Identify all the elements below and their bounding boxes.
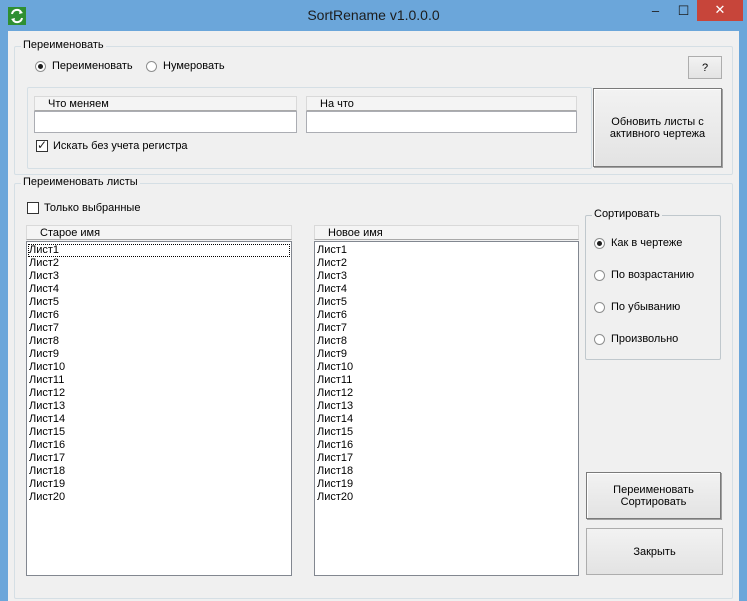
sort-as-in-drawing-label: Как в чертеже xyxy=(611,237,683,249)
rename-sort-label-1: Переименовать xyxy=(613,483,694,496)
list-item[interactable]: Лист6 xyxy=(316,309,577,322)
list-item[interactable]: Лист4 xyxy=(316,283,577,296)
list-item[interactable]: Лист18 xyxy=(316,465,577,478)
old-names-list[interactable]: Лист1 Лист2 Лист3 Лист4 Лист5 Лист6 Лист7 Лист8… xyxy=(26,241,292,576)
list-item[interactable]: Лист1 xyxy=(28,244,290,257)
new-name-header-label: Новое имя xyxy=(328,227,383,239)
minimize-button[interactable]: – xyxy=(642,1,669,21)
list-item[interactable]: Лист8 xyxy=(28,335,290,348)
only-selected-label: Только выбранные xyxy=(44,202,141,214)
list-item[interactable]: Лист17 xyxy=(316,452,577,465)
radio-empty-icon xyxy=(146,60,157,72)
list-item[interactable]: Лист6 xyxy=(28,309,290,322)
list-item[interactable]: Лист18 xyxy=(28,465,290,478)
replace-input[interactable] xyxy=(306,111,577,133)
list-item[interactable]: Лист5 xyxy=(316,296,577,309)
close-window-button[interactable]: ✕ xyxy=(697,0,743,21)
find-replace-panel: Что меняем На что Искать без учета регис… xyxy=(27,87,592,172)
sort-group-legend: Сортировать xyxy=(592,208,662,220)
old-name-header: Старое имя xyxy=(26,225,292,240)
mode-number-label: Нумеровать xyxy=(163,60,225,72)
sheets-group: Переименовать листы Только выбранные Ста… xyxy=(14,176,733,599)
rename-sort-button[interactable]: Переименовать Сортировать xyxy=(586,472,721,519)
mode-number-radio[interactable]: Нумеровать xyxy=(146,60,225,72)
find-input[interactable] xyxy=(34,111,297,133)
list-item[interactable]: Лист10 xyxy=(28,361,290,374)
sort-group: Сортировать Как в чертеже По возрастанию… xyxy=(585,208,721,360)
radio-selected-icon xyxy=(594,237,605,249)
list-item[interactable]: Лист12 xyxy=(28,387,290,400)
list-item[interactable]: Лист19 xyxy=(316,478,577,491)
list-item[interactable]: Лист2 xyxy=(28,257,290,270)
app-window: SortRename v1.0.0.0 – ☐ ✕ Переименовать … xyxy=(0,0,747,601)
radio-empty-icon xyxy=(594,269,605,281)
checkbox-empty-icon xyxy=(27,202,39,214)
sheets-group-legend: Переименовать листы xyxy=(21,176,140,188)
new-name-header: Новое имя xyxy=(314,225,579,240)
close-button[interactable]: Закрыть xyxy=(586,528,723,575)
mode-rename-radio[interactable]: Переименовать xyxy=(35,60,133,72)
sort-descending-radio[interactable]: По убыванию xyxy=(594,301,680,313)
list-item[interactable]: Лист9 xyxy=(316,348,577,361)
maximize-button[interactable]: ☐ xyxy=(670,1,697,21)
radio-empty-icon xyxy=(594,301,605,313)
list-item[interactable]: Лист10 xyxy=(316,361,577,374)
sort-ascending-radio[interactable]: По возрастанию xyxy=(594,269,694,281)
checkbox-checked-icon xyxy=(36,138,48,152)
list-item[interactable]: Лист15 xyxy=(28,426,290,439)
find-header-label: Что меняем xyxy=(48,98,109,110)
list-item[interactable]: Лист19 xyxy=(28,478,290,491)
list-item[interactable]: Лист20 xyxy=(316,491,577,504)
list-item[interactable]: Лист1 xyxy=(316,244,577,257)
list-item[interactable]: Лист16 xyxy=(28,439,290,452)
find-header: Что меняем xyxy=(34,96,297,111)
sort-ascending-label: По возрастанию xyxy=(611,269,695,281)
new-names-list[interactable]: Лист1 Лист2 Лист3 Лист4 Лист5 Лист6 Лист7 Лист8… xyxy=(314,241,579,576)
case-insensitive-label: Искать без учета регистра xyxy=(53,140,188,152)
replace-header-label: На что xyxy=(320,98,354,110)
list-item[interactable]: Лист13 xyxy=(316,400,577,413)
close-icon: ✕ xyxy=(714,2,726,17)
list-item[interactable]: Лист14 xyxy=(316,413,577,426)
rename-group: Переименовать Переименовать Нумеровать ?… xyxy=(14,39,733,175)
window-title: SortRename v1.0.0.0 xyxy=(307,7,440,23)
list-item[interactable]: Лист15 xyxy=(316,426,577,439)
sort-descending-label: По убыванию xyxy=(611,301,681,313)
list-item[interactable]: Лист20 xyxy=(28,491,290,504)
update-sheets-button[interactable]: Обновить листы с активного чертежа xyxy=(593,88,722,167)
list-item[interactable]: Лист16 xyxy=(316,439,577,452)
list-item[interactable]: Лист14 xyxy=(28,413,290,426)
old-name-header-label: Старое имя xyxy=(40,227,101,239)
list-item[interactable]: Лист8 xyxy=(316,335,577,348)
sort-arbitrary-radio[interactable]: Произвольно xyxy=(594,333,678,345)
list-item[interactable]: Лист11 xyxy=(316,374,577,387)
list-item[interactable]: Лист7 xyxy=(316,322,577,335)
client-area: Переименовать Переименовать Нумеровать ?… xyxy=(8,31,739,601)
radio-selected-icon xyxy=(35,60,46,72)
rename-sort-label-2: Сортировать xyxy=(620,495,687,508)
help-button[interactable]: ? xyxy=(688,56,722,79)
rename-group-legend: Переименовать xyxy=(21,39,106,51)
list-item[interactable]: Лист12 xyxy=(316,387,577,400)
sort-arbitrary-label: Произвольно xyxy=(611,333,679,345)
case-insensitive-checkbox[interactable]: Искать без учета регистра xyxy=(36,138,188,152)
minimize-icon: – xyxy=(651,3,660,18)
mode-rename-label: Переименовать xyxy=(52,60,133,72)
list-item[interactable]: Лист5 xyxy=(28,296,290,309)
list-item[interactable]: Лист3 xyxy=(316,270,577,283)
list-item[interactable]: Лист13 xyxy=(28,400,290,413)
only-selected-checkbox[interactable]: Только выбранные xyxy=(27,202,140,214)
list-item[interactable]: Лист2 xyxy=(316,257,577,270)
title-bar[interactable]: SortRename v1.0.0.0 – ☐ ✕ xyxy=(0,0,747,31)
list-item[interactable]: Лист11 xyxy=(28,374,290,387)
list-item[interactable]: Лист17 xyxy=(28,452,290,465)
replace-header: На что xyxy=(306,96,577,111)
maximize-icon: ☐ xyxy=(677,3,690,18)
radio-empty-icon xyxy=(594,333,605,345)
list-item[interactable]: Лист4 xyxy=(28,283,290,296)
list-item[interactable]: Лист3 xyxy=(28,270,290,283)
list-item[interactable]: Лист9 xyxy=(28,348,290,361)
sort-as-in-drawing-radio[interactable]: Как в чертеже xyxy=(594,237,682,249)
list-item[interactable]: Лист7 xyxy=(28,322,290,335)
